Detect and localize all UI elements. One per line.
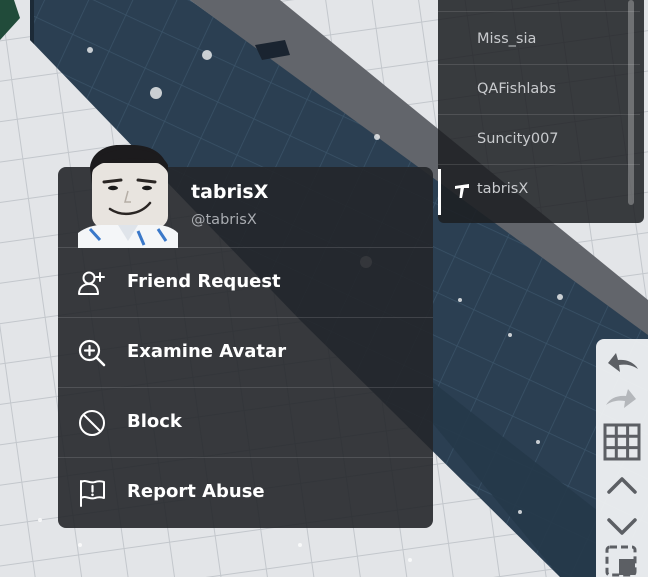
block-button[interactable]: Block [58, 387, 433, 457]
player-name: Miss_sia [477, 31, 537, 47]
display-name: tabrisX [191, 181, 269, 203]
examine-avatar-button[interactable]: Examine Avatar [58, 317, 433, 387]
menu-item-label: Friend Request [127, 271, 281, 292]
select-icon[interactable] [602, 543, 642, 577]
username: @tabrisX [191, 212, 257, 228]
game-viewport[interactable]: Miss_sia QAFishlabs Suncity007 tabrisX t… [0, 0, 648, 577]
player-name: QAFishlabs [477, 81, 557, 97]
menu-item-label: Examine Avatar [127, 341, 287, 362]
redo-icon[interactable] [602, 379, 642, 419]
add-friend-icon [78, 271, 105, 295]
menu-item-label: Block [127, 411, 182, 432]
friend-request-button[interactable]: Friend Request [58, 247, 433, 317]
studio-toolbar [596, 339, 648, 577]
block-icon [79, 410, 105, 436]
report-abuse-button[interactable]: Report Abuse [58, 457, 433, 527]
zoom-in-icon [78, 339, 106, 367]
flag-icon [80, 480, 105, 507]
chevron-down-icon[interactable] [602, 506, 642, 546]
menu-item-label: Report Abuse [127, 481, 265, 502]
player-list-item[interactable]: Miss_sia [438, 16, 640, 65]
chevron-up-icon[interactable] [602, 466, 642, 506]
player-list-item[interactable] [438, 0, 640, 12]
player-name: tabrisX [477, 181, 529, 197]
player-list-item-selected[interactable]: tabrisX [438, 166, 640, 215]
player-list-item[interactable]: Suncity007 [438, 116, 640, 165]
player-context-menu: tabrisX @tabrisX Friend Request Examine … [58, 145, 433, 528]
undo-icon[interactable] [602, 343, 642, 383]
selection-indicator [438, 169, 441, 215]
grid-icon[interactable] [602, 422, 642, 462]
avatar[interactable] [78, 145, 178, 248]
hammer-icon [455, 184, 469, 198]
player-list: Miss_sia QAFishlabs Suncity007 tabrisX [438, 0, 644, 223]
player-list-item[interactable]: QAFishlabs [438, 66, 640, 115]
player-name: Suncity007 [477, 131, 559, 147]
